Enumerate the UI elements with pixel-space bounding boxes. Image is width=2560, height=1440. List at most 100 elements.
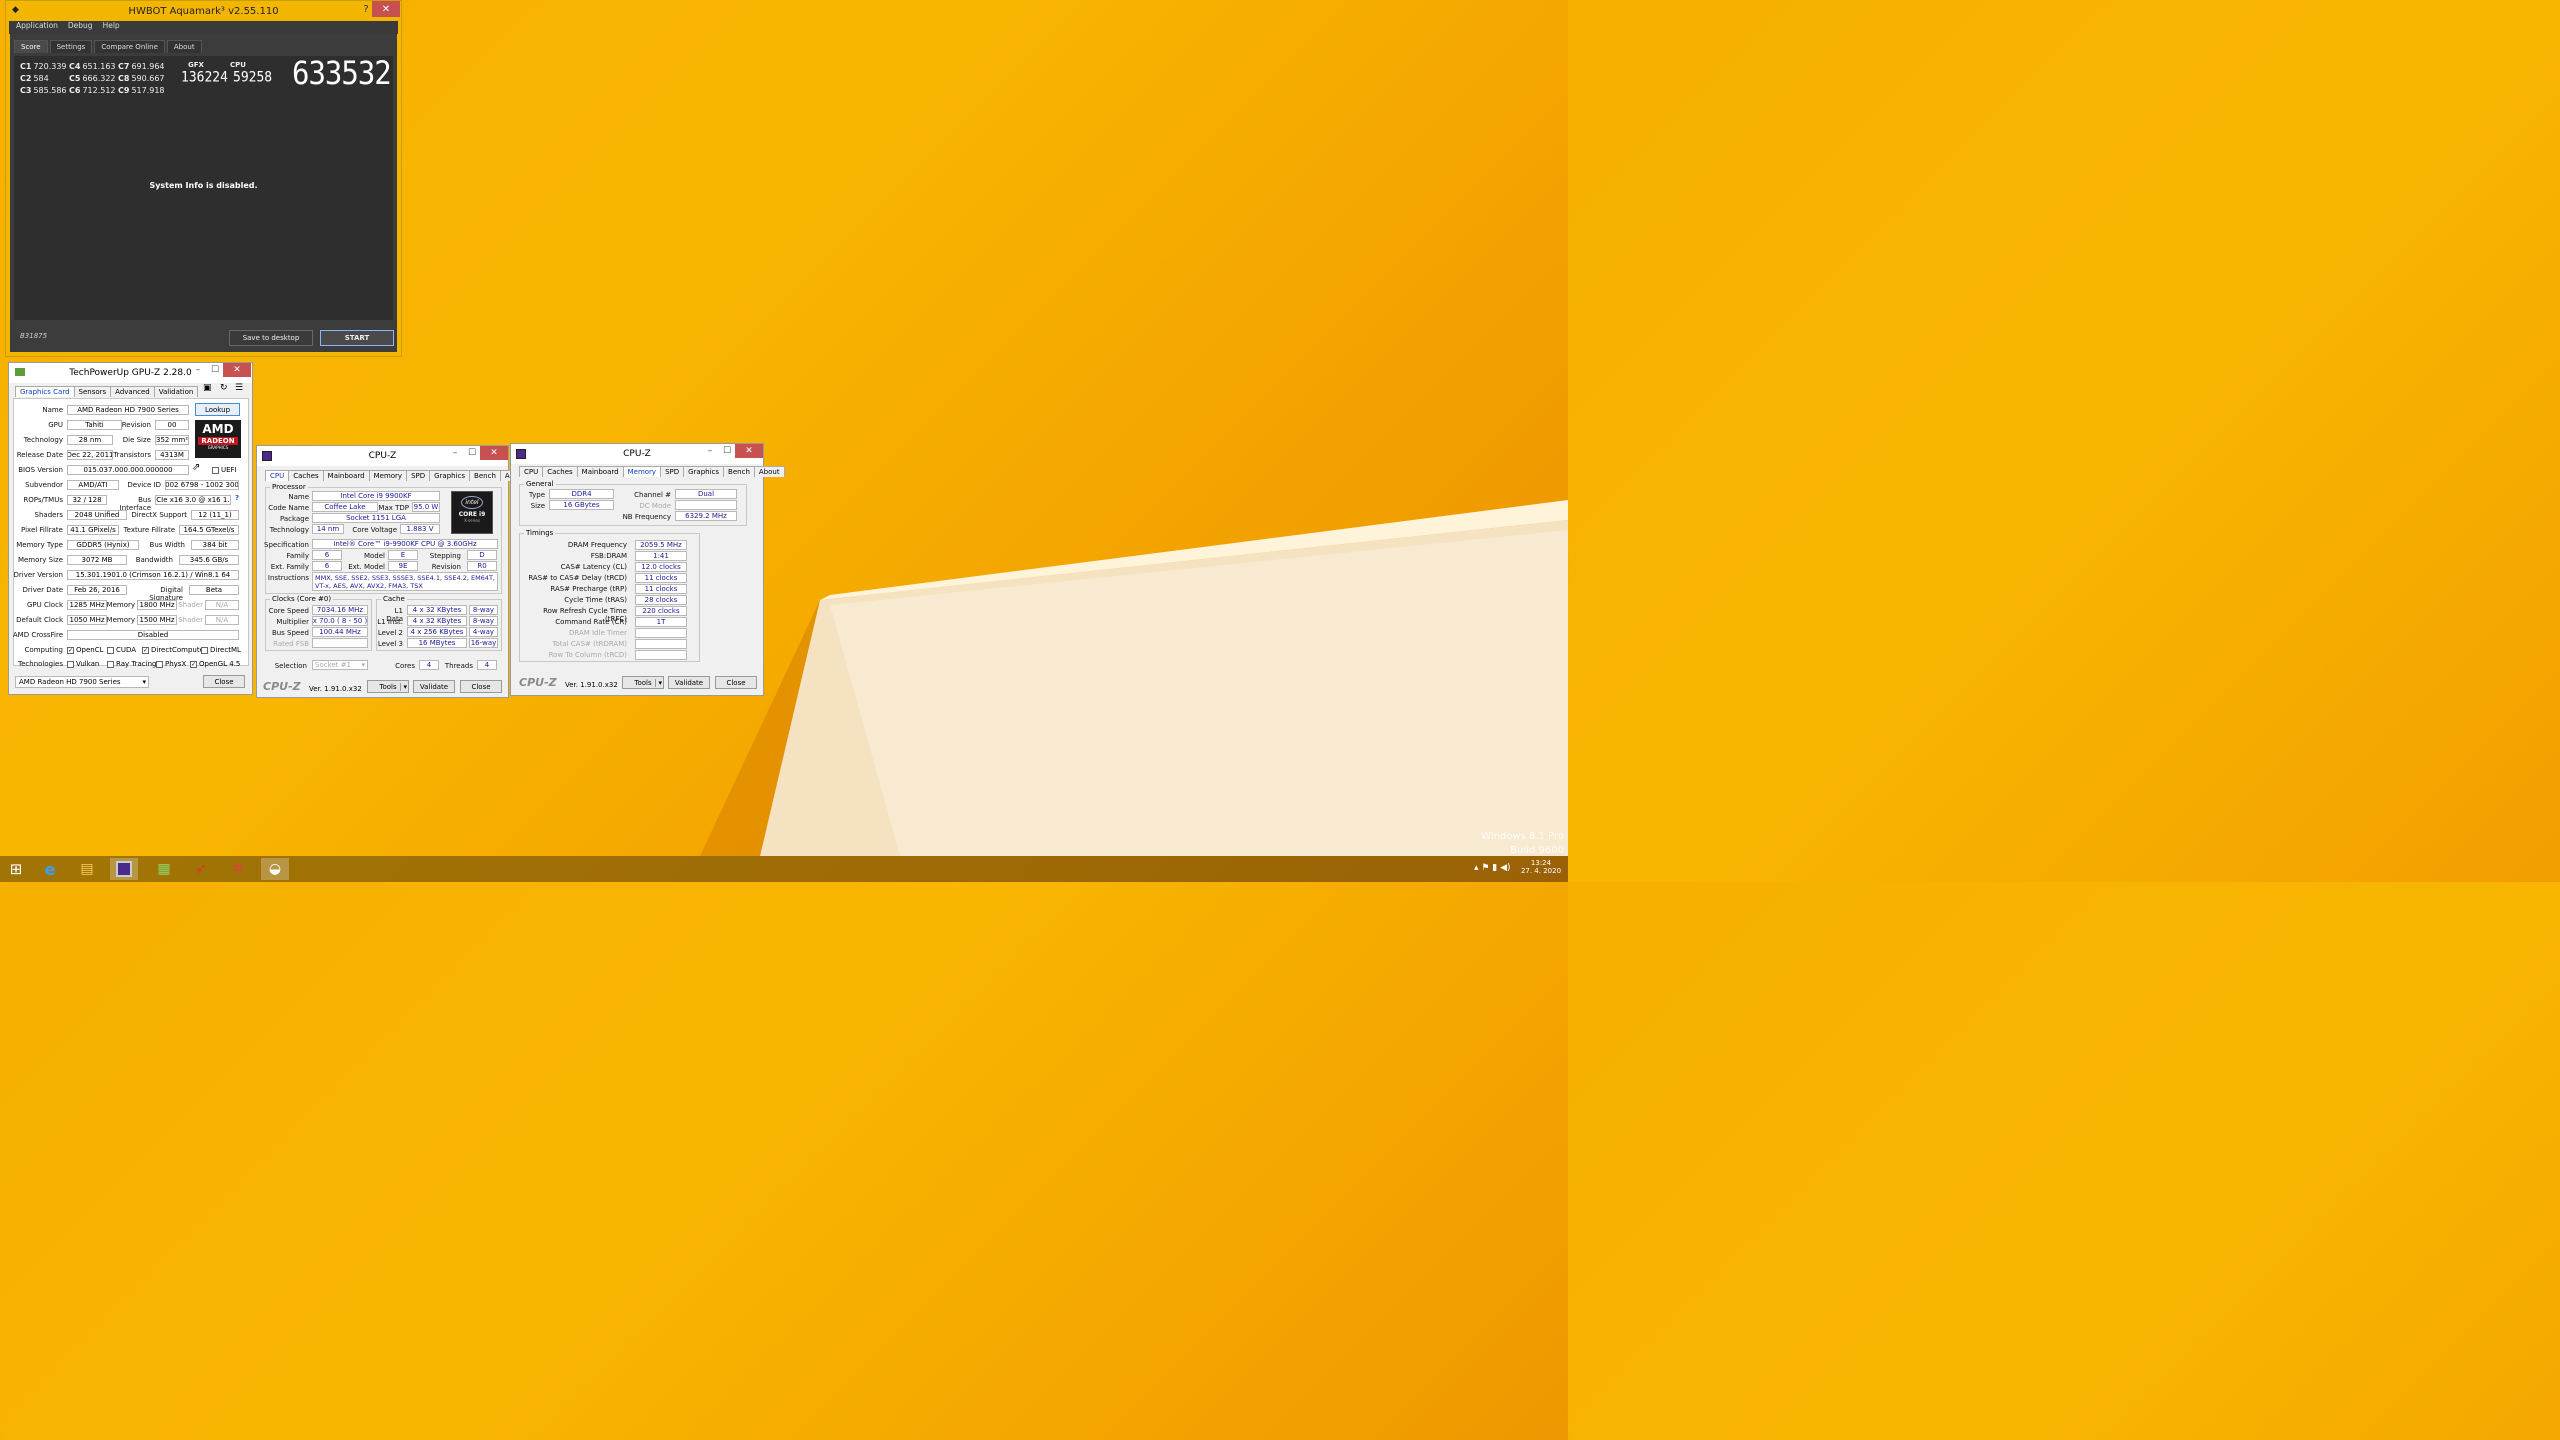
start-button[interactable]: ⊞ bbox=[2, 858, 30, 880]
windows-edition-watermark: Windows 8.1 Pro bbox=[1481, 831, 1564, 842]
minimize-button[interactable]: – bbox=[701, 444, 719, 458]
gpu-select-dropdown[interactable]: AMD Radeon HD 7900 Series ▾ bbox=[15, 676, 149, 688]
close-button-bottom[interactable]: Close bbox=[460, 680, 502, 693]
tab-settings[interactable]: Settings bbox=[49, 40, 93, 53]
tab-about[interactable]: About bbox=[166, 40, 202, 53]
channel-value: Dual bbox=[675, 489, 737, 499]
close-button-bottom[interactable]: Close bbox=[203, 675, 245, 688]
camera-icon[interactable]: ▣ bbox=[203, 383, 212, 393]
menu-icon[interactable]: ☰ bbox=[235, 383, 243, 393]
tab-graphics[interactable]: Graphics bbox=[429, 470, 471, 481]
cpuz-cpu-window: CPU-Z – ☐ ✕ CPU Caches Mainboard Memory … bbox=[256, 445, 531, 698]
internet-explorer-icon[interactable]: e bbox=[36, 858, 64, 880]
version-label: Ver. 1.91.0.x32 bbox=[565, 681, 618, 689]
hwbot-taskbar-icon[interactable]: ➶ bbox=[187, 858, 215, 880]
general-group-title: General bbox=[524, 480, 556, 488]
file-explorer-icon[interactable]: ▤ bbox=[73, 858, 101, 880]
tab-mainboard[interactable]: Mainboard bbox=[576, 466, 624, 477]
default-clock-value: 1050 MHz bbox=[67, 615, 107, 625]
pixel-fillrate-label: Pixel Fillrate bbox=[21, 526, 63, 534]
tab-graphics[interactable]: Graphics bbox=[683, 466, 725, 477]
name-value: AMD Radeon HD 7900 Series bbox=[67, 405, 189, 415]
score-c4: C4 651.163 bbox=[69, 62, 116, 71]
menu-application[interactable]: Application bbox=[16, 21, 58, 34]
ext-model-value: 9E bbox=[388, 561, 418, 571]
menu-help[interactable]: Help bbox=[103, 21, 120, 34]
tab-bench[interactable]: Bench bbox=[469, 470, 501, 481]
tab-about[interactable]: About bbox=[753, 466, 785, 477]
tab-validation[interactable]: Validation bbox=[153, 386, 199, 397]
close-button[interactable]: ✕ bbox=[223, 363, 251, 377]
revision-label: Revision bbox=[431, 563, 461, 571]
score-c6: C6 712.512 bbox=[69, 86, 116, 95]
gpuz-taskbar-icon[interactable]: ▦ bbox=[150, 858, 178, 880]
tab-cpu[interactable]: CPU bbox=[519, 466, 544, 477]
timing-label: FSB:DRAM bbox=[590, 552, 627, 560]
close-button[interactable]: ✕ bbox=[372, 1, 400, 17]
technology-value: 14 nm bbox=[312, 524, 344, 534]
channel-label: Channel # bbox=[634, 491, 671, 499]
memory-size-label: Memory Size bbox=[17, 556, 63, 564]
tab-memory[interactable]: Memory bbox=[622, 466, 662, 477]
core-speed-label: Core Speed bbox=[268, 607, 309, 615]
aquamark-taskbar-icon[interactable]: ◒ bbox=[261, 858, 289, 880]
validate-button[interactable]: Validate bbox=[413, 680, 455, 693]
instructions-label: Instructions bbox=[267, 574, 309, 582]
tab-sensors[interactable]: Sensors bbox=[73, 386, 112, 397]
close-button[interactable]: ✕ bbox=[480, 446, 508, 460]
tab-advanced[interactable]: Advanced bbox=[110, 386, 155, 397]
tray-icons[interactable]: ▴ ⚑ ▮ ◀) bbox=[1474, 863, 1511, 873]
tab-graphics-card[interactable]: Graphics Card bbox=[15, 386, 75, 397]
timing-value bbox=[635, 650, 687, 660]
package-label: Package bbox=[279, 515, 309, 523]
refresh-icon[interactable]: ↻ bbox=[220, 383, 228, 393]
close-button-bottom[interactable]: Close bbox=[715, 676, 757, 689]
tab-mainboard[interactable]: Mainboard bbox=[322, 470, 370, 481]
clock-date: 27. 4. 2020 bbox=[1520, 867, 1562, 875]
help-icon[interactable]: ? bbox=[235, 494, 239, 502]
score-c3: C3 585.586 bbox=[20, 86, 67, 95]
tools-button[interactable]: Tools ▾ bbox=[367, 680, 409, 693]
pattern-app-icon[interactable]: ✲ bbox=[224, 858, 252, 880]
tab-bench[interactable]: Bench bbox=[723, 466, 755, 477]
cpuz-app-icon bbox=[516, 449, 526, 459]
tab-caches[interactable]: Caches bbox=[288, 470, 324, 481]
validate-button[interactable]: Validate bbox=[668, 676, 710, 689]
level2-value: 4 x 256 KBytes bbox=[407, 627, 467, 637]
rated-fsb-label: Rated FSB bbox=[273, 640, 309, 648]
selection-dropdown[interactable]: Socket #1 ▾ bbox=[312, 660, 368, 670]
tools-button[interactable]: Tools ▾ bbox=[622, 676, 664, 689]
tab-caches[interactable]: Caches bbox=[542, 466, 578, 477]
shader-value: N/A bbox=[205, 600, 239, 610]
menu-debug[interactable]: Debug bbox=[68, 21, 93, 34]
subvendor-label: Subvendor bbox=[25, 481, 63, 489]
die-size-label: Die Size bbox=[122, 436, 151, 444]
cache-group-title: Cache bbox=[381, 595, 407, 603]
l1-inst-ways: 8-way bbox=[469, 616, 498, 626]
minimize-button[interactable]: – bbox=[446, 446, 464, 460]
aquamark-body: Score Settings Compare Online About C1 72… bbox=[10, 34, 397, 352]
close-button[interactable]: ✕ bbox=[735, 444, 763, 458]
tab-cpu[interactable]: CPU bbox=[265, 470, 290, 481]
start-button[interactable]: START bbox=[320, 330, 394, 346]
tab-spd[interactable]: SPD bbox=[406, 470, 431, 481]
tab-compare-online[interactable]: Compare Online bbox=[94, 40, 165, 53]
opencl-checkbox: ✓ OpenCL bbox=[67, 646, 104, 654]
save-to-desktop-button[interactable]: Save to desktop bbox=[229, 330, 313, 346]
revision-label: Revision bbox=[121, 421, 151, 429]
share-icon[interactable]: ⇗ bbox=[192, 462, 200, 473]
score-c5: C5 666.322 bbox=[69, 74, 116, 83]
l1-inst-value: 4 x 32 KBytes bbox=[407, 616, 467, 626]
tab-spd[interactable]: SPD bbox=[660, 466, 685, 477]
cpuz-taskbar-icon[interactable] bbox=[110, 858, 138, 880]
tab-memory[interactable]: Memory bbox=[368, 470, 408, 481]
clock[interactable]: 13:24 27. 4. 2020 bbox=[1518, 859, 1564, 875]
corevoltage-label: Core Voltage bbox=[352, 526, 397, 534]
uefi-checkbox[interactable]: UEFI bbox=[212, 466, 237, 474]
maximize-button[interactable]: ☐ bbox=[463, 446, 481, 460]
minimize-button[interactable]: – bbox=[189, 363, 207, 377]
maximize-button[interactable]: ☐ bbox=[718, 444, 736, 458]
lookup-button[interactable]: Lookup bbox=[195, 403, 240, 416]
maximize-button[interactable]: ☐ bbox=[206, 363, 224, 377]
tab-score[interactable]: Score bbox=[14, 40, 48, 53]
